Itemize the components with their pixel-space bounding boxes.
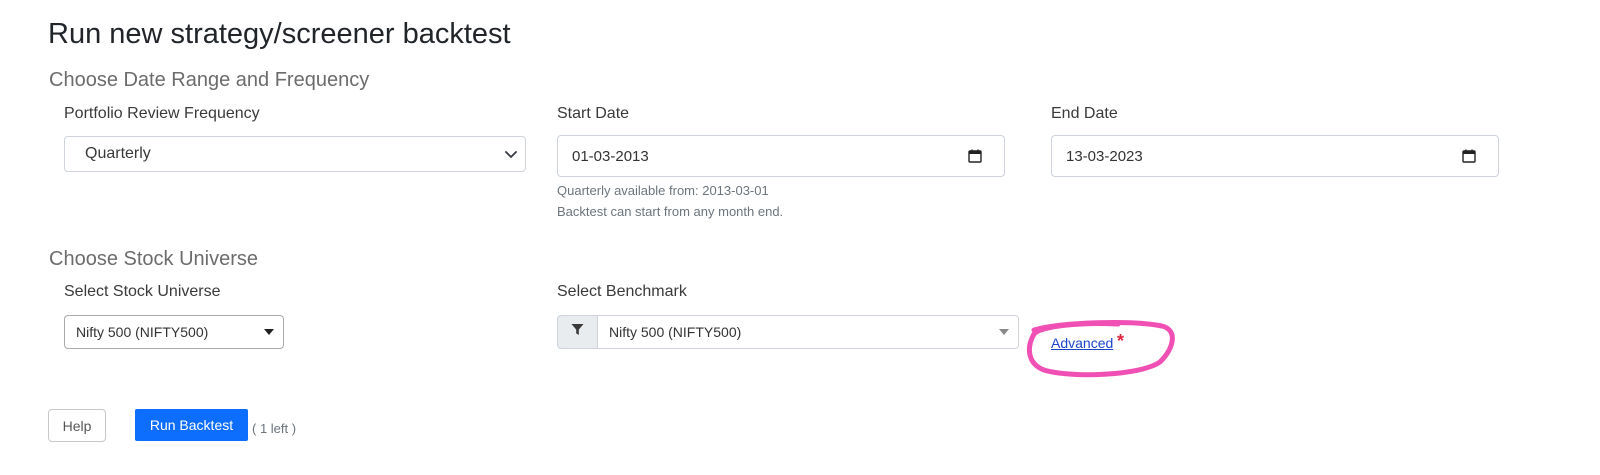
start-date-availability-note: Quarterly available from: 2013-03-01	[557, 183, 769, 198]
benchmark-label: Select Benchmark	[557, 283, 687, 300]
start-date-label: Start Date	[557, 105, 630, 122]
stock-universe-select[interactable]: Nifty 500 (NIFTY500)	[64, 315, 284, 349]
end-date-value: 13-03-2023	[1066, 147, 1143, 165]
runs-left-count: ( 1 left )	[252, 421, 297, 436]
frequency-label: Portfolio Review Frequency	[64, 105, 260, 122]
benchmark-value: Nifty 500 (NIFTY500)	[609, 324, 742, 340]
end-date-label: End Date	[1051, 105, 1118, 122]
calendar-icon[interactable]	[1462, 149, 1476, 163]
frequency-value: Quarterly	[85, 145, 151, 162]
page-title: Run new strategy/screener backtest	[48, 18, 511, 50]
date-section-title: Choose Date Range and Frequency	[49, 69, 370, 91]
caret-down-icon	[999, 329, 1009, 335]
run-backtest-button[interactable]: Run Backtest	[135, 409, 248, 441]
benchmark-select[interactable]: Nifty 500 (NIFTY500)	[597, 315, 1019, 349]
benchmark-filter-button[interactable]	[557, 315, 597, 349]
highlight-circle-annotation	[1026, 320, 1175, 378]
advanced-link[interactable]: Advanced	[1051, 335, 1113, 351]
universe-label: Select Stock Universe	[64, 283, 221, 300]
start-date-month-end-note: Backtest can start from any month end.	[557, 204, 784, 219]
start-date-value: 01-03-2013	[572, 147, 649, 165]
caret-down-icon	[264, 329, 274, 335]
end-date-input[interactable]: 13-03-2023	[1051, 135, 1499, 177]
start-date-input[interactable]: 01-03-2013	[557, 135, 1005, 177]
calendar-icon[interactable]	[968, 149, 982, 163]
help-button[interactable]: Help	[48, 409, 106, 442]
filter-icon	[571, 323, 584, 341]
chevron-down-icon	[503, 146, 519, 162]
universe-section-title: Choose Stock Universe	[49, 248, 258, 270]
required-asterisk: *	[1117, 331, 1125, 351]
stock-universe-value: Nifty 500 (NIFTY500)	[76, 324, 209, 340]
frequency-select[interactable]: Quarterly	[64, 136, 526, 172]
